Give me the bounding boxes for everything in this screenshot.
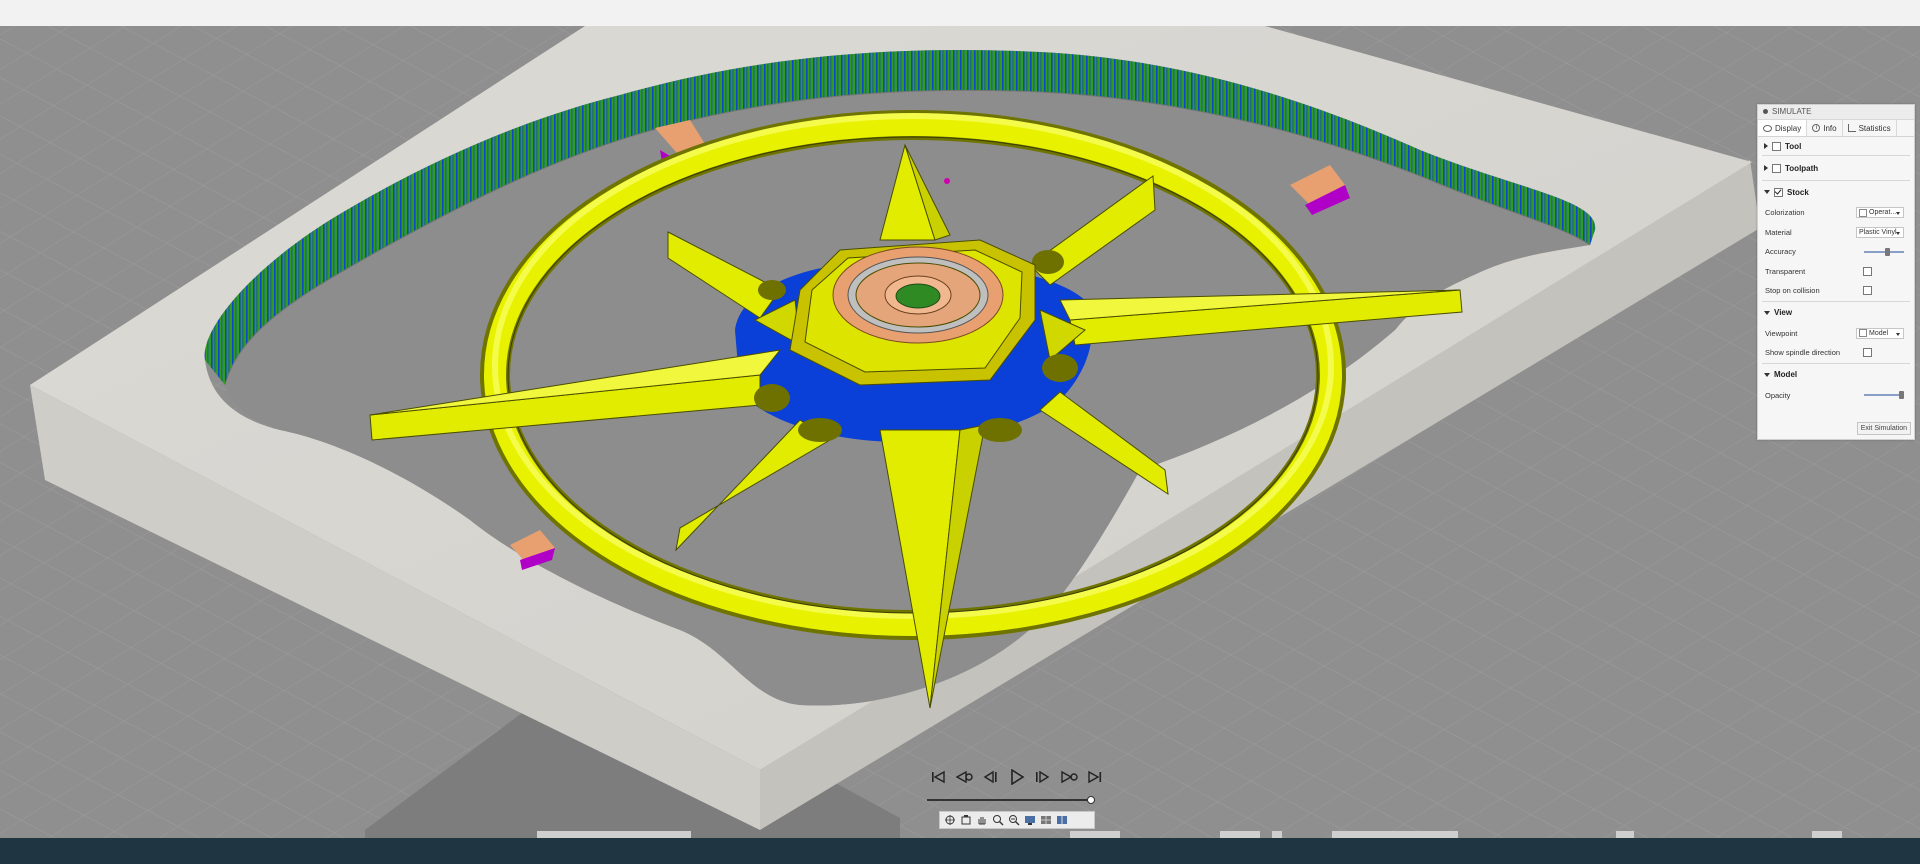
material-value: Plastic Vinyl xyxy=(1859,228,1897,236)
stop-on-collision-row: Stop on collision xyxy=(1758,281,1914,301)
next-operation-icon[interactable] xyxy=(1059,769,1078,785)
collapse-arrow-icon[interactable] xyxy=(1764,372,1770,377)
play-icon[interactable] xyxy=(1007,769,1026,785)
expand-arrow-icon[interactable] xyxy=(1764,165,1768,171)
chevron-down-icon xyxy=(1896,332,1900,336)
accuracy-row: Accuracy xyxy=(1758,242,1914,262)
transparent-row: Transparent xyxy=(1758,262,1914,282)
exit-simulation-button[interactable]: Exit Simulation xyxy=(1856,422,1911,435)
transparent-checkbox[interactable] xyxy=(1863,266,1872,276)
viewpoint-row: Viewpoint Model xyxy=(1758,324,1914,344)
info-icon: i xyxy=(1812,124,1821,132)
panel-title: SIMULATE xyxy=(1772,107,1812,116)
scrubber-track xyxy=(927,799,1095,801)
colorization-row: Colorization Operat... xyxy=(1758,203,1914,223)
panel-collapse-icon[interactable] xyxy=(1763,109,1768,114)
section-toolpath[interactable]: Toolpath xyxy=(1758,156,1914,180)
section-stock[interactable]: Stock xyxy=(1758,181,1914,203)
viewpoint-dropdown[interactable]: Model xyxy=(1856,327,1904,339)
previous-operation-icon[interactable] xyxy=(955,769,974,785)
scrubber-thumb[interactable] xyxy=(1087,796,1095,804)
viewports-icon[interactable] xyxy=(1056,814,1068,826)
tab-statistics[interactable]: Statistics xyxy=(1843,120,1897,136)
cursor-marker xyxy=(944,178,950,184)
viewpoint-value: Model xyxy=(1869,329,1889,337)
opacity-slider[interactable] xyxy=(1864,390,1904,400)
stop-on-collision-label: Stop on collision xyxy=(1765,286,1820,296)
collapse-arrow-icon[interactable] xyxy=(1764,190,1770,194)
statistics-icon xyxy=(1847,124,1856,132)
orbit-icon[interactable] xyxy=(944,814,956,826)
tab-info[interactable]: i Info xyxy=(1807,120,1843,136)
simulate-panel: SIMULATE Display i Info Statistics Tool … xyxy=(1757,104,1915,440)
look-at-icon[interactable] xyxy=(960,814,972,826)
spindle-row: Show spindle direction xyxy=(1758,343,1914,363)
slider-track xyxy=(1864,250,1904,253)
status-bar xyxy=(0,838,1920,864)
accuracy-slider[interactable] xyxy=(1864,247,1904,257)
3d-viewport[interactable] xyxy=(0,26,1920,838)
model-view-icon xyxy=(1859,329,1867,338)
panel-header[interactable]: SIMULATE xyxy=(1758,105,1914,120)
chevron-down-icon xyxy=(1896,231,1900,235)
navigation-toolbar xyxy=(939,811,1095,829)
material-dropdown[interactable]: Plastic Vinyl xyxy=(1856,226,1904,238)
step-back-icon[interactable] xyxy=(981,769,1000,785)
tab-display[interactable]: Display xyxy=(1758,120,1808,136)
stock-checkbox[interactable] xyxy=(1774,187,1783,197)
transparent-label: Transparent xyxy=(1765,266,1806,276)
expand-arrow-icon[interactable] xyxy=(1764,143,1768,149)
tab-label: Statistics xyxy=(1858,123,1891,133)
toolpath-checkbox[interactable] xyxy=(1772,163,1781,173)
slider-thumb[interactable] xyxy=(1885,247,1890,256)
top-toolbar-strip xyxy=(0,0,1920,27)
slider-thumb[interactable] xyxy=(1899,391,1904,400)
slider-track xyxy=(1864,394,1904,397)
section-view[interactable]: View xyxy=(1758,302,1914,324)
section-model[interactable]: Model xyxy=(1758,364,1914,386)
chevron-down-icon xyxy=(1896,212,1900,216)
step-forward-icon[interactable] xyxy=(1033,769,1052,785)
tab-label: Info xyxy=(1823,123,1837,133)
zoom-icon[interactable] xyxy=(992,814,1004,826)
fit-icon[interactable] xyxy=(1008,814,1020,826)
colorization-icon xyxy=(1859,208,1867,217)
panel-tabs: Display i Info Statistics xyxy=(1758,120,1914,137)
simulation-scene xyxy=(0,26,1920,838)
spindle-label: Show spindle direction xyxy=(1765,348,1841,358)
collapse-arrow-icon[interactable] xyxy=(1764,310,1770,315)
display-settings-icon[interactable] xyxy=(1024,814,1036,826)
section-label: Stock xyxy=(1787,187,1809,197)
spindle-direction-checkbox[interactable] xyxy=(1863,348,1872,358)
go-to-end-icon[interactable] xyxy=(1085,769,1104,785)
colorization-label: Colorization xyxy=(1765,208,1805,218)
playback-controls xyxy=(929,764,1104,790)
pan-icon[interactable] xyxy=(976,814,988,826)
opacity-row: Opacity xyxy=(1758,386,1914,406)
section-label: Tool xyxy=(1785,141,1802,151)
go-to-start-icon[interactable] xyxy=(929,769,948,785)
material-label: Material xyxy=(1765,227,1792,237)
tool-checkbox[interactable] xyxy=(1772,141,1781,151)
accuracy-label: Accuracy xyxy=(1765,247,1796,257)
section-label: View xyxy=(1774,308,1793,317)
stop-on-collision-checkbox[interactable] xyxy=(1863,286,1872,296)
colorization-value: Operat... xyxy=(1869,209,1897,217)
section-label: Toolpath xyxy=(1785,163,1819,173)
viewpoint-label: Viewpoint xyxy=(1765,328,1798,338)
timeline-scrubber[interactable] xyxy=(927,796,1095,804)
section-tool[interactable]: Tool xyxy=(1758,137,1914,155)
tab-label: Display xyxy=(1775,123,1802,133)
material-row: Material Plastic Vinyl xyxy=(1758,223,1914,243)
eye-icon xyxy=(1763,124,1772,132)
opacity-label: Opacity xyxy=(1765,390,1791,400)
colorization-dropdown[interactable]: Operat... xyxy=(1856,207,1904,219)
grid-icon[interactable] xyxy=(1040,814,1052,826)
section-label: Model xyxy=(1774,370,1798,379)
